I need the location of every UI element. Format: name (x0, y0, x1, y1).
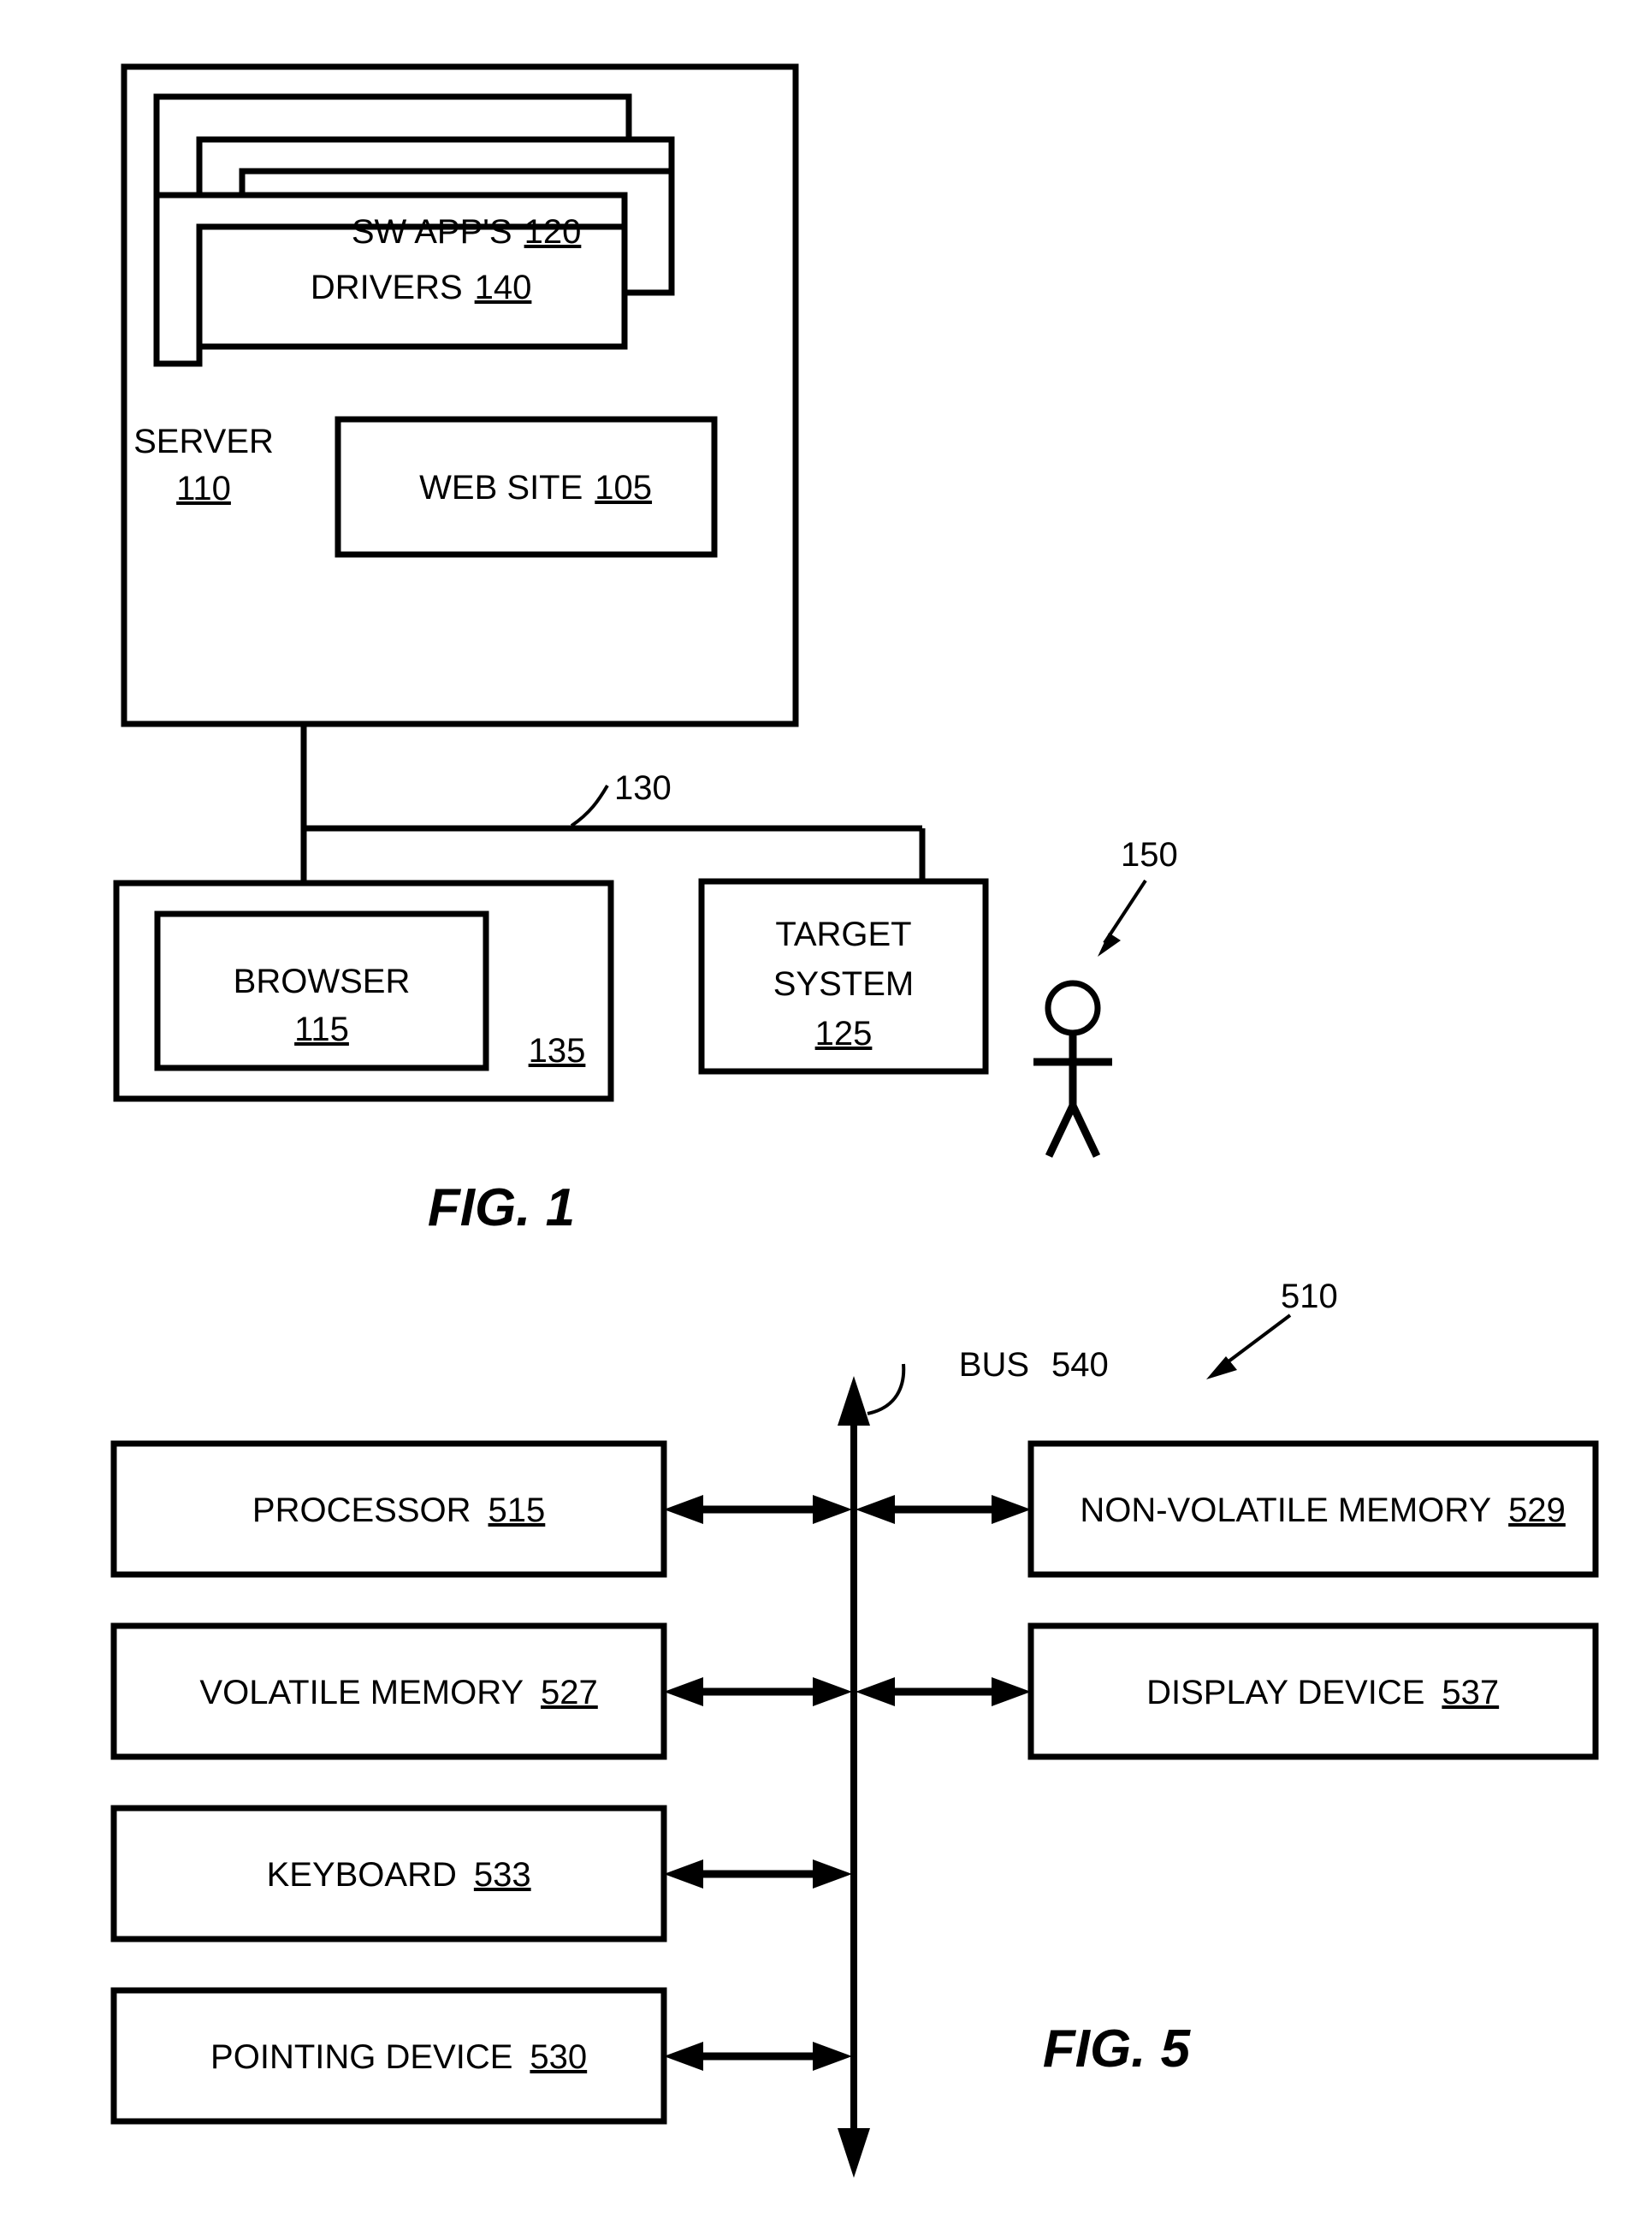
server-ref: 110 (176, 470, 231, 507)
volatile-memory-label: VOLATILE MEMORY 527 (133, 1674, 646, 1711)
bus-label: BUS 540 (892, 1346, 1156, 1384)
patent-drawing-page: SW APP'S 120 DRIVERS 140 SERVER 110 WEB SI… (0, 0, 1652, 2218)
pointing-device-label: POINTING DEVICE 530 (144, 2038, 635, 2076)
user-ref-label: 150 (1121, 836, 1178, 874)
figure-text-layer: SW APP'S 120 DRIVERS 140 SERVER 110 WEB SI… (133, 213, 1614, 2079)
keyboard-label: KEYBOARD 533 (200, 1856, 578, 1894)
browser-ref: 115 (294, 1011, 349, 1048)
network-ref-label: 130 (614, 769, 672, 807)
figure-5-caption: FIG. 5 (1043, 2019, 1192, 2079)
drivers-label: DRIVERS 140 (244, 269, 579, 306)
display-device-label: DISPLAY DEVICE 537 (1080, 1674, 1546, 1711)
client-host-ref: 135 (529, 1032, 586, 1070)
browser-label: BROWSER (234, 963, 411, 1000)
web-site-label: WEB SITE 105 (352, 469, 699, 507)
sw-apps-label: SW APP'S 120 (285, 213, 629, 251)
target-system-ref: 125 (815, 1015, 873, 1053)
target-system-label-line2: SYSTEM (773, 965, 914, 1003)
system-ref-label: 510 (1281, 1278, 1338, 1315)
non-volatile-memory-label: NON-VOLATILE MEMORY 529 (1014, 1492, 1614, 1529)
processor-label: PROCESSOR 515 (186, 1492, 593, 1529)
figure-1-caption: FIG. 1 (428, 1178, 575, 1237)
server-label: SERVER (133, 423, 274, 460)
target-system-label-line1: TARGET (775, 916, 911, 953)
